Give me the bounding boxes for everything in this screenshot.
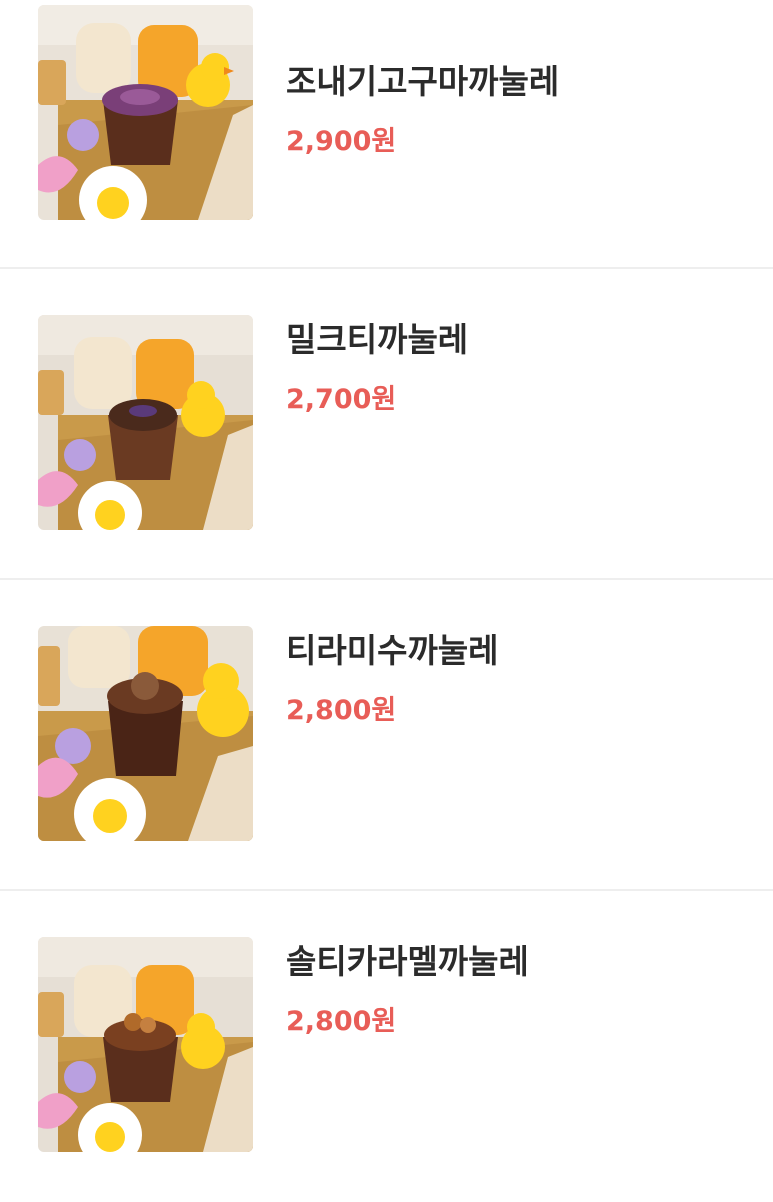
menu-item-price: 2,800원 bbox=[286, 695, 397, 726]
tiramisu-canele-photo[interactable] bbox=[38, 626, 253, 841]
menu-item-name: 솔티카라멜까눌레 bbox=[286, 942, 529, 981]
salted-caramel-canele-photo[interactable] bbox=[38, 937, 253, 1152]
menu-item-info: 티라미수까눌레 2,800원 bbox=[286, 631, 499, 727]
menu-item[interactable]: 조내기고구마까눌레 2,900원 bbox=[0, 0, 773, 269]
menu-list: 조내기고구마까눌레 2,900원 밀크티까눌레 2,700원 티라미수까눌레 2… bbox=[0, 0, 773, 1202]
menu-item-price: 2,800원 bbox=[286, 1006, 397, 1037]
menu-item-price: 2,900원 bbox=[286, 126, 397, 157]
menu-item-info: 조내기고구마까눌레 2,900원 bbox=[286, 62, 559, 158]
menu-item[interactable]: 밀크티까눌레 2,700원 bbox=[0, 269, 773, 580]
sweet-potato-canele-photo[interactable] bbox=[38, 5, 253, 220]
menu-item[interactable]: 솔티카라멜까눌레 2,800원 bbox=[0, 891, 773, 1202]
menu-item-info: 밀크티까눌레 2,700원 bbox=[286, 320, 468, 416]
menu-item-price: 2,700원 bbox=[286, 384, 397, 415]
menu-item-name: 티라미수까눌레 bbox=[286, 631, 499, 670]
menu-item-name: 조내기고구마까눌레 bbox=[286, 62, 560, 101]
menu-item[interactable]: 티라미수까눌레 2,800원 bbox=[0, 580, 773, 891]
menu-item-name: 밀크티까눌레 bbox=[286, 320, 469, 359]
menu-item-info: 솔티카라멜까눌레 2,800원 bbox=[286, 942, 529, 1038]
milk-tea-canele-photo[interactable] bbox=[38, 315, 253, 530]
